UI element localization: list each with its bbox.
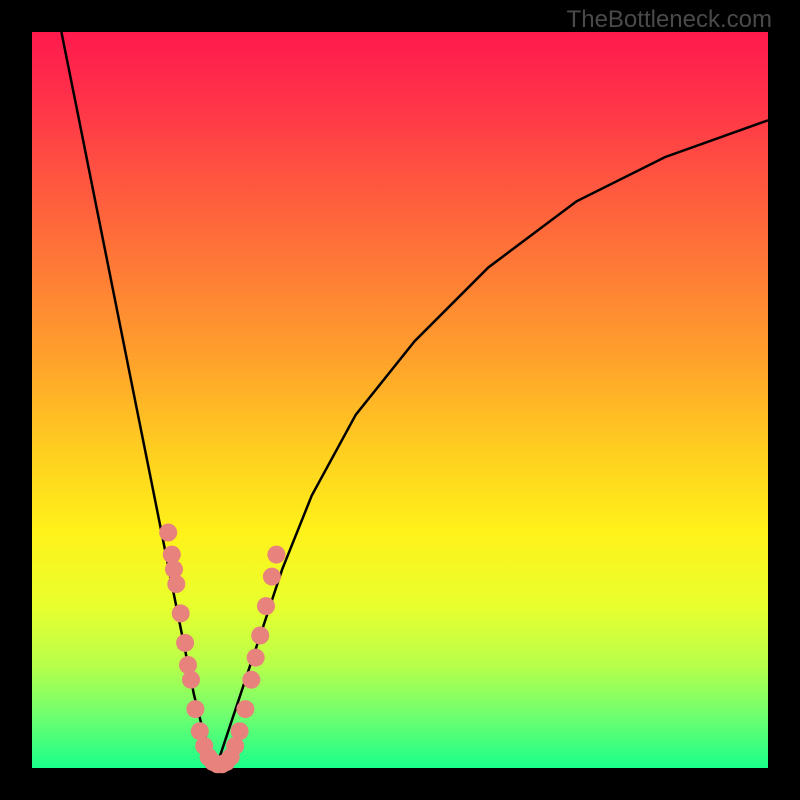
data-point: [236, 700, 254, 718]
chart-frame: TheBottleneck.com: [0, 0, 800, 800]
data-point: [176, 634, 194, 652]
data-point: [242, 671, 260, 689]
data-point: [167, 575, 185, 593]
curve-right-branch: [216, 120, 768, 768]
data-point: [231, 722, 249, 740]
data-point: [247, 649, 265, 667]
chart-svg: [0, 0, 800, 800]
data-point: [172, 604, 190, 622]
data-point: [251, 627, 269, 645]
data-point: [267, 546, 285, 564]
data-point: [257, 597, 275, 615]
data-point: [263, 568, 281, 586]
data-point: [186, 700, 204, 718]
data-point: [182, 671, 200, 689]
data-point: [159, 524, 177, 542]
